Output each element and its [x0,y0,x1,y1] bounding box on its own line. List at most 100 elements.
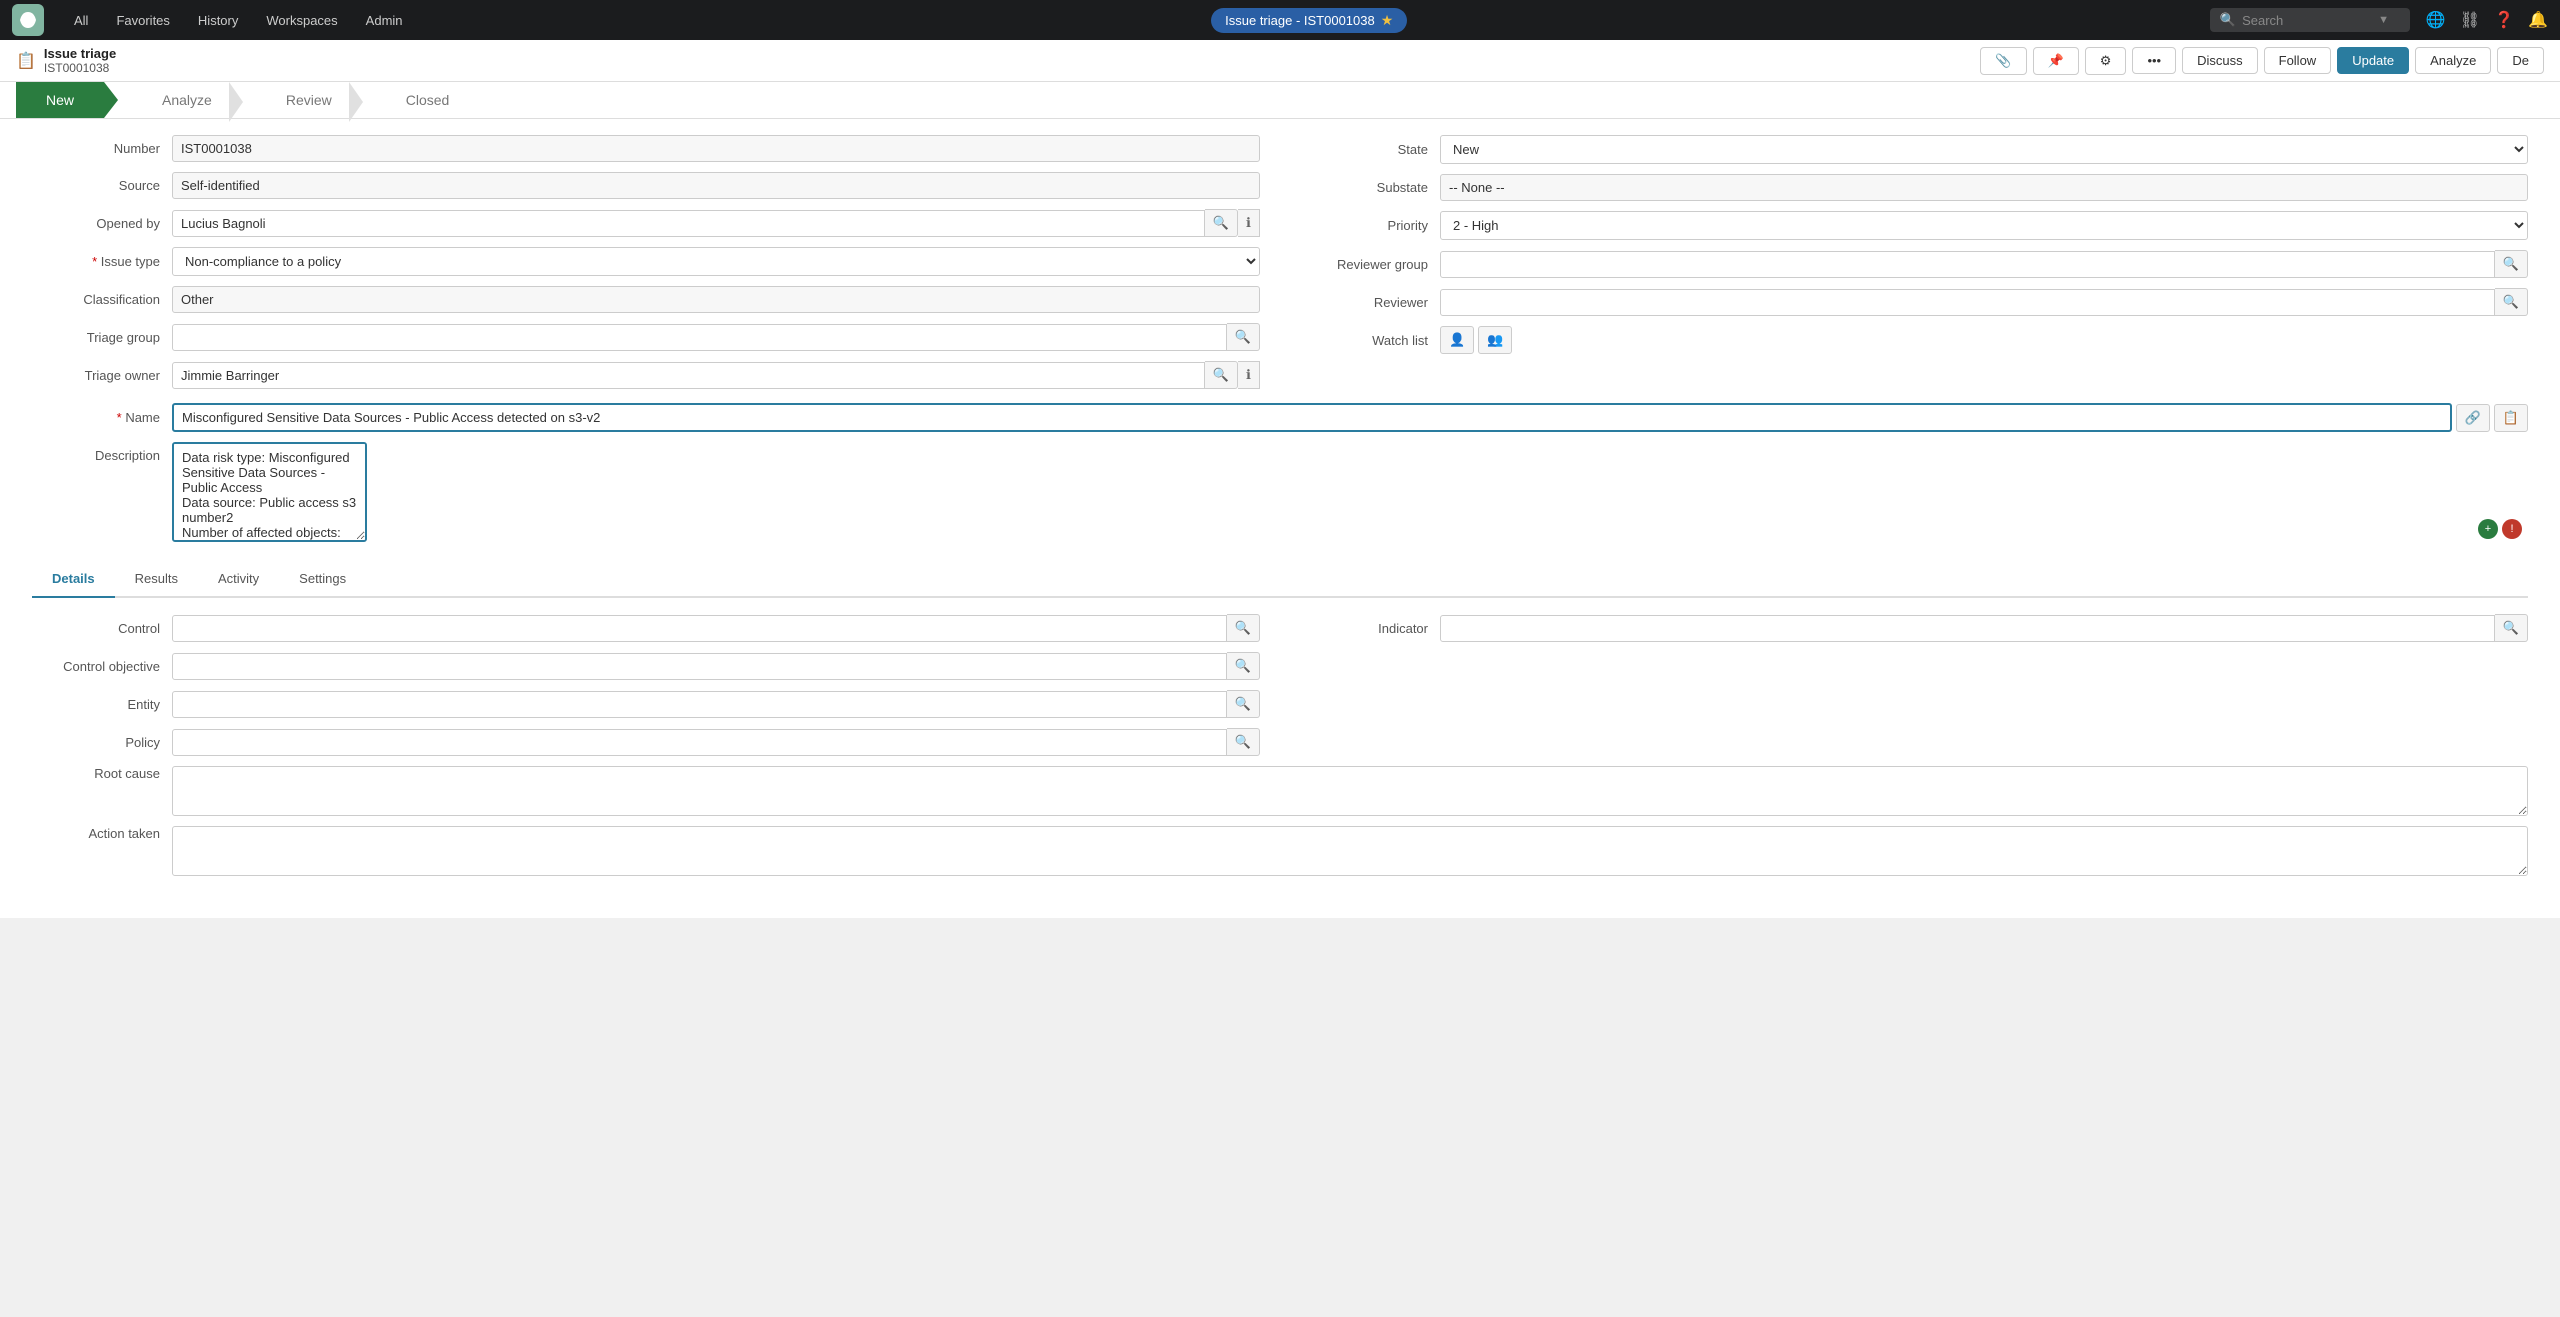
classification-field [172,286,1260,313]
analyze-button[interactable]: Analyze [2415,47,2491,74]
classification-row: Classification [32,286,1260,313]
nav-all[interactable]: All [68,9,94,32]
reviewer-group-label: Reviewer group [1300,257,1440,272]
desc-add-icon[interactable]: + [2478,519,2498,539]
top-form: Number Source Opened by 🔍 ℹ Issue type N… [32,135,2528,399]
root-cause-field[interactable] [172,766,2528,816]
link-icon[interactable]: ⛓ [2460,10,2480,30]
state-select[interactable]: New Analyze Review Closed [1440,135,2528,164]
watchlist-group-icon[interactable]: 👥 [1478,326,1512,354]
stage-review[interactable]: Review [242,82,362,118]
opened-by-field[interactable] [172,210,1205,237]
opened-by-info-icon[interactable]: ℹ [1238,209,1260,237]
search-icon: 🔍 [2220,12,2236,28]
pin-button[interactable]: 📌 [2033,47,2079,75]
stage-analyze[interactable]: Analyze [118,82,242,118]
policy-input-wrap: 🔍 [172,728,1260,756]
state-label: State [1300,142,1440,157]
name-field[interactable] [172,403,2452,432]
control-input-wrap: 🔍 [172,614,1260,642]
reviewer-label: Reviewer [1300,295,1440,310]
settings-button[interactable]: ⚙ [2085,47,2127,75]
nav-workspaces[interactable]: Workspaces [260,9,343,32]
entity-search-icon[interactable]: 🔍 [1227,690,1260,718]
description-field[interactable]: Data risk type: Misconfigured Sensitive … [172,442,367,542]
reviewer-search-icon[interactable]: 🔍 [2495,288,2528,316]
breadcrumb-tab[interactable]: Issue triage - IST0001038 ★ [1211,8,1407,33]
policy-label: Policy [32,735,172,750]
indicator-search-icon[interactable]: 🔍 [2495,614,2528,642]
control-objective-label: Control objective [32,659,172,674]
policy-search-icon[interactable]: 🔍 [1227,728,1260,756]
servicenow-logo[interactable] [12,4,44,36]
nav-admin[interactable]: Admin [360,9,409,32]
indicator-field[interactable] [1440,615,2495,642]
update-button[interactable]: Update [2337,47,2409,74]
notification-icon[interactable]: 🔔 [2528,10,2548,30]
watchlist-controls: 👤 👥 [1440,326,1512,354]
reviewer-group-field[interactable] [1440,251,2495,278]
reviewer-group-row: Reviewer group 🔍 [1300,250,2528,278]
form-right: State New Analyze Review Closed Substate… [1300,135,2528,399]
name-link-icon[interactable]: 🔗 [2456,404,2490,432]
discuss-button[interactable]: Discuss [2182,47,2258,74]
triage-group-field[interactable] [172,324,1227,351]
help-icon[interactable]: ❓ [2494,10,2514,30]
opened-by-label: Opened by [32,216,172,231]
tab-activity[interactable]: Activity [198,561,279,598]
classification-label: Classification [32,292,172,307]
action-taken-field[interactable] [172,826,2528,876]
source-label: Source [32,178,172,193]
search-input[interactable] [2242,13,2372,28]
nav-history[interactable]: History [192,9,244,32]
reviewer-field[interactable] [1440,289,2495,316]
desc-alert-icon[interactable]: ! [2502,519,2522,539]
issue-type-select[interactable]: Non-compliance to a policy [172,247,1260,276]
opened-by-search-icon[interactable]: 🔍 [1205,209,1238,237]
priority-select[interactable]: 1 - Critical 2 - High 3 - Moderate 4 - L… [1440,211,2528,240]
opened-by-row: Opened by 🔍 ℹ [32,209,1260,237]
control-search-icon[interactable]: 🔍 [1227,614,1260,642]
globe-icon[interactable]: 🌐 [2426,10,2446,30]
tab-results[interactable]: Results [115,561,198,598]
top-navigation: All Favorites History Workspaces Admin I… [0,0,2560,40]
entity-field[interactable] [172,691,1227,718]
watchlist-person-icon[interactable]: 👤 [1440,326,1474,354]
search-bar[interactable]: 🔍 ▼ [2210,8,2410,32]
nav-favorites[interactable]: Favorites [110,9,175,32]
control-objective-field[interactable] [172,653,1227,680]
tab-details[interactable]: Details [32,561,115,598]
watchlist-row: Watch list 👤 👥 [1300,326,2528,354]
name-copy-icon[interactable]: 📋 [2494,404,2528,432]
description-wrap: Data risk type: Misconfigured Sensitive … [172,442,2528,545]
stage-closed[interactable]: Closed [362,82,480,118]
root-cause-row: Root cause [32,766,2528,816]
state-row: State New Analyze Review Closed [1300,135,2528,164]
triage-owner-search-icon[interactable]: 🔍 [1205,361,1238,389]
nav-icon-group: 🌐 ⛓ ❓ 🔔 [2426,10,2548,30]
policy-field[interactable] [172,729,1227,756]
triage-owner-info-icon[interactable]: ℹ [1238,361,1260,389]
star-icon[interactable]: ★ [1381,12,1394,29]
follow-button[interactable]: Follow [2264,47,2332,74]
control-objective-search-icon[interactable]: 🔍 [1227,652,1260,680]
triage-group-label: Triage group [32,330,172,345]
search-dropdown-icon[interactable]: ▼ [2378,14,2389,26]
control-objective-row: Control objective 🔍 [32,652,1260,680]
breadcrumb-label: Issue triage - IST0001038 [1225,13,1375,28]
control-field[interactable] [172,615,1227,642]
triage-owner-field[interactable] [172,362,1205,389]
triage-owner-row: Triage owner 🔍 ℹ [32,361,1260,389]
stage-bar: New Analyze Review Closed [0,82,2560,119]
triage-group-row: Triage group 🔍 [32,323,1260,351]
main-content: Number Source Opened by 🔍 ℹ Issue type N… [0,119,2560,918]
tab-settings[interactable]: Settings [279,561,366,598]
reviewer-group-search-icon[interactable]: 🔍 [2495,250,2528,278]
attachment-button[interactable]: 📎 [1980,47,2026,75]
stage-new[interactable]: New [16,82,118,118]
issue-type-label: Issue type [32,254,172,269]
triage-group-search-icon[interactable]: 🔍 [1227,323,1260,351]
more-button[interactable]: ••• [2132,47,2176,74]
substate-field [1440,174,2528,201]
de-button[interactable]: De [2497,47,2544,74]
